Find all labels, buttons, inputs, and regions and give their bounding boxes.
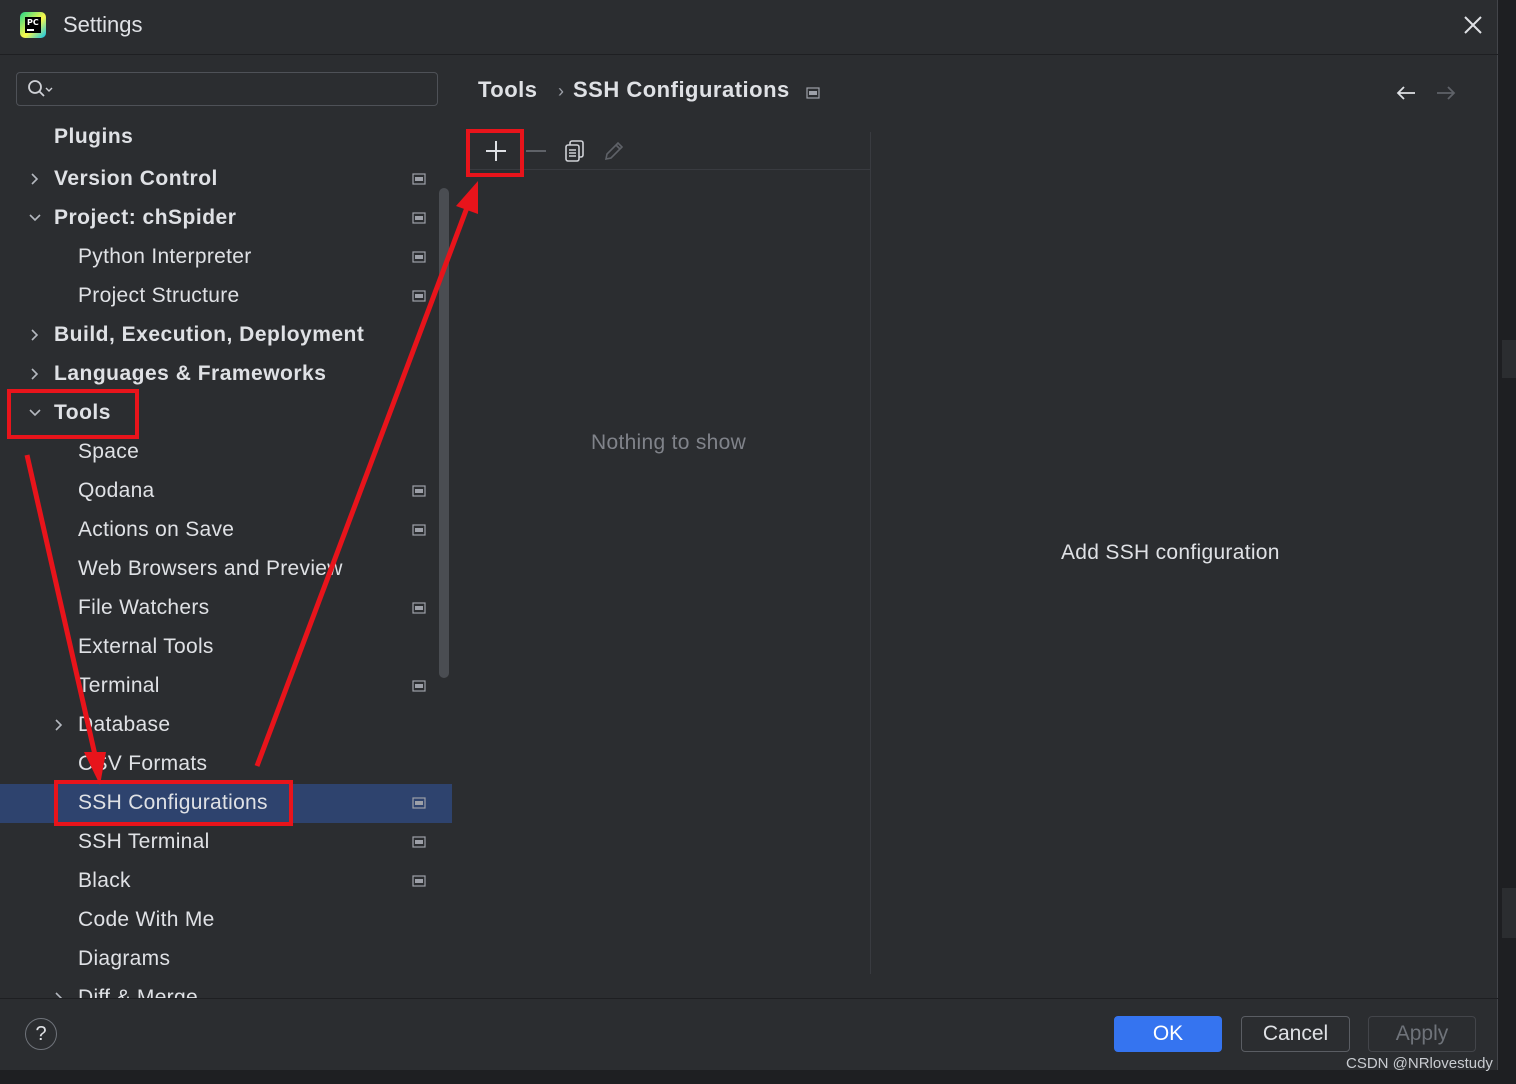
tree-item-project[interactable]: Project: chSpider	[0, 199, 452, 238]
breadcrumb-parent[interactable]: Tools	[478, 77, 538, 103]
project-level-icon	[412, 680, 426, 692]
tree-item-build-execution-deployment[interactable]: Build, Execution, Deployment	[0, 316, 452, 355]
close-button[interactable]	[1458, 10, 1488, 40]
tree-item-label: Build, Execution, Deployment	[54, 323, 365, 346]
tree-item-tools[interactable]: Tools	[0, 394, 452, 433]
tree-item-csv-formats[interactable]: CSV Formats	[0, 745, 452, 784]
project-level-icon	[412, 524, 426, 536]
tree-item-label: Languages & Frameworks	[54, 362, 327, 385]
tree-item-label: Version Control	[54, 167, 218, 190]
breadcrumb-separator: ›	[558, 81, 565, 101]
copy-icon[interactable]	[561, 137, 589, 165]
list-divider	[466, 169, 870, 170]
tree-item-python-interpreter[interactable]: Python Interpreter	[0, 238, 452, 277]
tree-item-languages-frameworks[interactable]: Languages & Frameworks	[0, 355, 452, 394]
project-level-icon	[412, 173, 426, 185]
tree-item-label: Project: chSpider	[54, 206, 237, 229]
tree-item-label: Tools	[54, 401, 111, 424]
back-arrow-icon[interactable]	[1394, 82, 1418, 104]
project-level-icon	[412, 212, 426, 224]
tree-item-label: Space	[78, 440, 140, 463]
tree-item-label: SSH Terminal	[78, 830, 210, 853]
search-icon	[28, 80, 53, 97]
edit-pencil-icon	[604, 141, 624, 161]
chevron-right-icon[interactable]	[28, 172, 42, 186]
title-bar: PC Settings	[0, 0, 1498, 55]
add-icon[interactable]	[482, 137, 510, 165]
pycharm-logo-icon: PC	[20, 12, 46, 38]
tree-item-label: Code With Me	[78, 908, 215, 931]
tree-item-diff-merge[interactable]: Diff & Merge	[0, 979, 452, 998]
chevron-down-icon[interactable]	[28, 211, 42, 225]
tree-item-code-with-me[interactable]: Code With Me	[0, 901, 452, 940]
tree-item-file-watchers[interactable]: File Watchers	[0, 589, 452, 628]
tree-item-label: Diff & Merge	[78, 986, 198, 998]
dialog-title: Settings	[63, 12, 143, 37]
chevron-down-icon[interactable]	[28, 406, 42, 420]
tree-scrollbar[interactable]	[439, 188, 449, 678]
close-icon	[1464, 16, 1482, 34]
footer-divider	[0, 998, 1498, 999]
background-window-bottom	[0, 1070, 1498, 1084]
remove-icon	[526, 150, 546, 152]
project-level-icon	[412, 602, 426, 614]
settings-search-field[interactable]	[16, 72, 438, 106]
tree-item-black[interactable]: Black	[0, 862, 452, 901]
tree-item-diagrams[interactable]: Diagrams	[0, 940, 452, 979]
tree-item-label: CSV Formats	[78, 752, 208, 775]
tree-item-label: SSH Configurations	[78, 791, 268, 814]
tree-item-label: Actions on Save	[78, 518, 235, 541]
tree-item-label: Diagrams	[78, 947, 171, 970]
tree-item-terminal[interactable]: Terminal	[0, 667, 452, 706]
tree-item-label: File Watchers	[78, 596, 210, 619]
tree-item-label: Web Browsers and Preview	[78, 557, 343, 580]
forward-arrow-icon	[1437, 86, 1456, 100]
help-button[interactable]: ?	[25, 1018, 57, 1050]
chevron-right-icon[interactable]	[28, 367, 42, 381]
tree-item-label: Black	[78, 869, 131, 892]
tree-item-version-control[interactable]: Version Control	[0, 160, 452, 199]
tree-item-database[interactable]: Database	[0, 706, 452, 745]
project-level-icon	[412, 485, 426, 497]
cancel-button[interactable]: Cancel	[1241, 1016, 1350, 1052]
tree-item-project-structure[interactable]: Project Structure	[0, 277, 452, 316]
tree-item-space[interactable]: Space	[0, 433, 452, 472]
settings-tree: Plugins Version Control Project: chSpide…	[0, 118, 452, 998]
project-level-icon	[412, 251, 426, 263]
list-empty-text: Nothing to show	[591, 431, 747, 454]
tree-item-qodana[interactable]: Qodana	[0, 472, 452, 511]
project-level-icon	[412, 836, 426, 848]
apply-button[interactable]: Apply	[1368, 1016, 1476, 1052]
search-input[interactable]	[63, 77, 427, 103]
tree-item-label: External Tools	[78, 635, 214, 658]
tree-item-ssh-configurations[interactable]: SSH Configurations	[0, 784, 452, 823]
chevron-right-icon[interactable]	[52, 718, 66, 732]
breadcrumb-current: SSH Configurations	[573, 77, 790, 102]
tree-item-plugins[interactable]: Plugins	[0, 118, 452, 157]
tree-item-label: Terminal	[78, 674, 160, 697]
tree-item-label: Plugins	[54, 125, 134, 148]
tree-item-web-browsers[interactable]: Web Browsers and Preview	[0, 550, 452, 589]
chevron-right-icon[interactable]	[52, 991, 66, 998]
tree-item-actions-on-save[interactable]: Actions on Save	[0, 511, 452, 550]
add-ssh-hint: Add SSH configuration	[1061, 541, 1280, 564]
background-window-edge	[1498, 0, 1516, 1084]
tree-item-label: Python Interpreter	[78, 245, 252, 268]
watermark-text: CSDN @NRlovestudy	[1346, 1055, 1493, 1072]
ok-button[interactable]: OK	[1114, 1016, 1222, 1052]
tree-item-external-tools[interactable]: External Tools	[0, 628, 452, 667]
tree-item-label: Project Structure	[78, 284, 240, 307]
panel-divider	[870, 132, 871, 974]
tree-item-ssh-terminal[interactable]: SSH Terminal	[0, 823, 452, 862]
tree-item-label: Qodana	[78, 479, 155, 502]
project-level-icon	[412, 875, 426, 887]
project-level-icon	[806, 87, 820, 99]
project-level-icon	[412, 797, 426, 809]
settings-dialog: PC Settings Plugins Version Control Proj…	[0, 0, 1498, 1070]
project-level-icon	[412, 290, 426, 302]
tree-item-label: Database	[78, 713, 171, 736]
chevron-right-icon[interactable]	[28, 328, 42, 342]
